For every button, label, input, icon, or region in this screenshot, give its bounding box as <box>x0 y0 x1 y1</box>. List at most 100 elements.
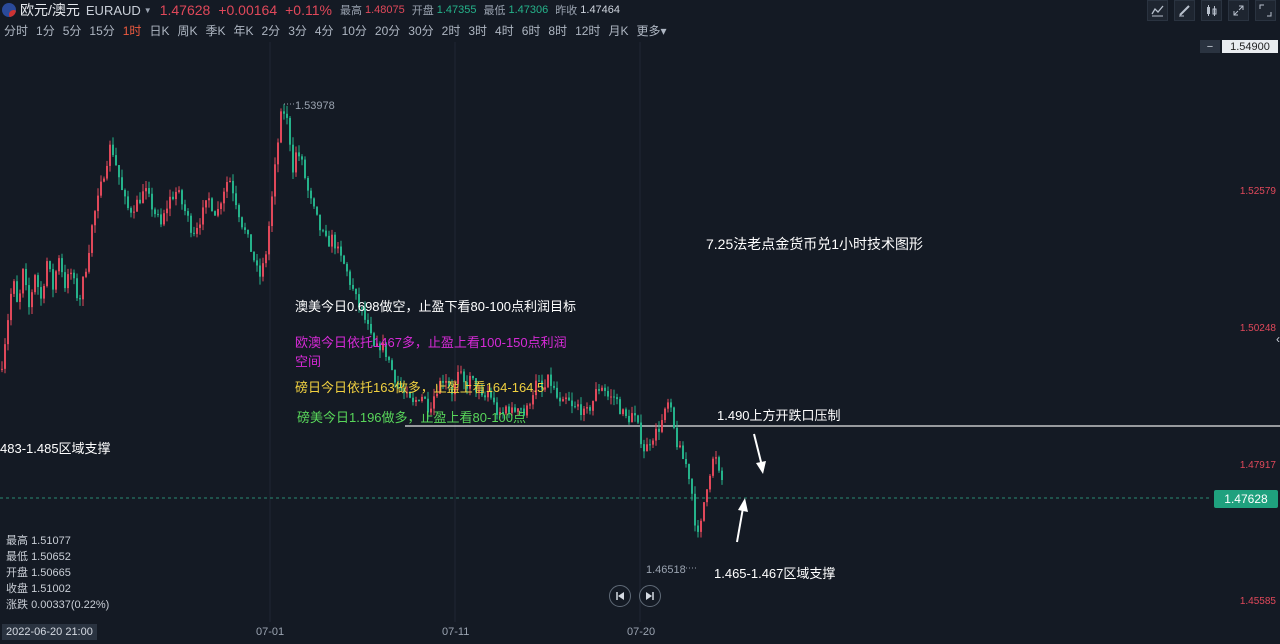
candle-body <box>109 144 111 166</box>
candle-body <box>112 144 114 156</box>
candle-body <box>55 271 57 290</box>
period-tab[interactable]: 2时 <box>438 22 465 40</box>
candle-body <box>652 440 654 445</box>
stat-close-label: 收盘 <box>6 583 28 595</box>
period-tab[interactable]: 3时 <box>464 22 491 40</box>
period-tab[interactable]: 3分 <box>284 22 311 40</box>
stat-low-label: 最低 <box>6 551 28 563</box>
period-tab[interactable]: 周K <box>173 22 201 40</box>
time-start: 2022-06-20 21:00 <box>2 624 97 640</box>
candle-body <box>235 193 237 206</box>
period-tab[interactable]: 1时 <box>119 22 146 40</box>
gbp-usd-annotation: 磅美今日1.196做多，止盈上看80-100点 <box>297 410 527 425</box>
candle-body <box>709 475 711 490</box>
period-tab[interactable]: 20分 <box>371 22 404 40</box>
candle-body <box>703 502 705 521</box>
candle-body <box>589 407 591 411</box>
candle-body <box>73 272 75 279</box>
last-price-badge: 1.47628 <box>1214 490 1278 508</box>
candle-body <box>685 458 687 465</box>
y-tick-label: 1.47917 <box>1239 459 1276 471</box>
symbol-code[interactable]: EURAUD <box>86 3 141 18</box>
period-tab[interactable]: 年K <box>229 22 257 40</box>
candle-body <box>178 190 180 192</box>
period-tab[interactable]: 6时 <box>518 22 545 40</box>
period-tab[interactable]: 4分 <box>311 22 338 40</box>
candle-body <box>319 214 321 231</box>
stat-chg: 0.00337(0.22%) <box>31 599 110 611</box>
candle-body <box>238 205 240 218</box>
candle-body <box>4 344 6 369</box>
candle-body <box>460 371 462 373</box>
period-tab[interactable]: 12时 <box>571 22 604 40</box>
candlestick-chart[interactable] <box>0 0 1280 644</box>
candle-body <box>664 408 666 421</box>
candle-body <box>100 181 102 196</box>
candle-body <box>613 396 615 398</box>
period-tab[interactable]: 10分 <box>338 22 371 40</box>
candle-body <box>19 293 21 302</box>
symbol-name[interactable]: 欧元/澳元 <box>20 0 80 20</box>
candle-body <box>46 261 48 286</box>
candle-body <box>91 225 93 253</box>
top-badge-icon[interactable]: − <box>1200 40 1220 53</box>
draw-pencil-icon[interactable] <box>1174 0 1195 21</box>
period-tab[interactable]: 2分 <box>258 22 285 40</box>
candle-body <box>712 458 714 476</box>
candle-body <box>229 180 231 183</box>
period-tab[interactable]: 30分 <box>404 22 437 40</box>
candle-body <box>706 489 708 503</box>
candle-body <box>94 211 96 226</box>
step-back-icon[interactable] <box>609 585 631 607</box>
candle-body <box>529 404 531 406</box>
period-tab[interactable]: 4时 <box>491 22 518 40</box>
candle-body <box>622 409 624 415</box>
fullscreen-icon[interactable] <box>1228 0 1249 21</box>
candle-body <box>16 281 18 302</box>
chevron-down-icon[interactable]: ▼ <box>144 6 152 15</box>
candle-body <box>688 464 690 480</box>
candle-body <box>322 230 324 232</box>
candle-body <box>280 111 282 143</box>
candle-body <box>343 255 345 264</box>
candle-body <box>190 215 192 233</box>
resistance-annotation: 1.490上方开跌口压制 <box>717 408 841 423</box>
candle-body <box>202 207 204 225</box>
period-tab[interactable]: 分时 <box>0 22 32 40</box>
candle-body <box>283 111 285 114</box>
candle-body <box>544 387 546 390</box>
candle-body <box>352 284 354 289</box>
candle-body <box>133 211 135 213</box>
period-tab[interactable]: 月K <box>604 22 632 40</box>
indicator-icon[interactable] <box>1147 0 1168 21</box>
expand-icon[interactable] <box>1255 0 1276 21</box>
period-tab[interactable]: 日K <box>145 22 173 40</box>
candle-body <box>658 428 660 432</box>
period-tab[interactable]: 更多▾ <box>632 22 670 40</box>
candle-body <box>646 444 648 452</box>
candle-body <box>634 413 636 416</box>
candle-body <box>718 457 720 471</box>
period-tab[interactable]: 季K <box>201 22 229 40</box>
period-tab[interactable]: 1分 <box>32 22 59 40</box>
candle-body <box>586 407 588 409</box>
candle-body <box>325 230 327 236</box>
candle-body <box>340 246 342 256</box>
step-forward-icon[interactable] <box>639 585 661 607</box>
chevron-left-icon[interactable]: ‹ <box>1276 332 1280 346</box>
candle-body <box>49 261 51 270</box>
candle-body <box>625 409 627 416</box>
candle-body <box>151 193 153 210</box>
candle-body <box>256 260 258 266</box>
candle-body <box>43 285 45 299</box>
period-tab[interactable]: 5分 <box>59 22 86 40</box>
candle-type-icon[interactable] <box>1201 0 1222 21</box>
period-tab[interactable]: 15分 <box>85 22 118 40</box>
candle-body <box>346 263 348 272</box>
period-tab[interactable]: 8时 <box>544 22 571 40</box>
candle-body <box>547 374 549 388</box>
candle-body <box>595 389 597 401</box>
candle-body <box>556 387 558 398</box>
candle-body <box>61 258 63 273</box>
candle-body <box>40 287 42 299</box>
